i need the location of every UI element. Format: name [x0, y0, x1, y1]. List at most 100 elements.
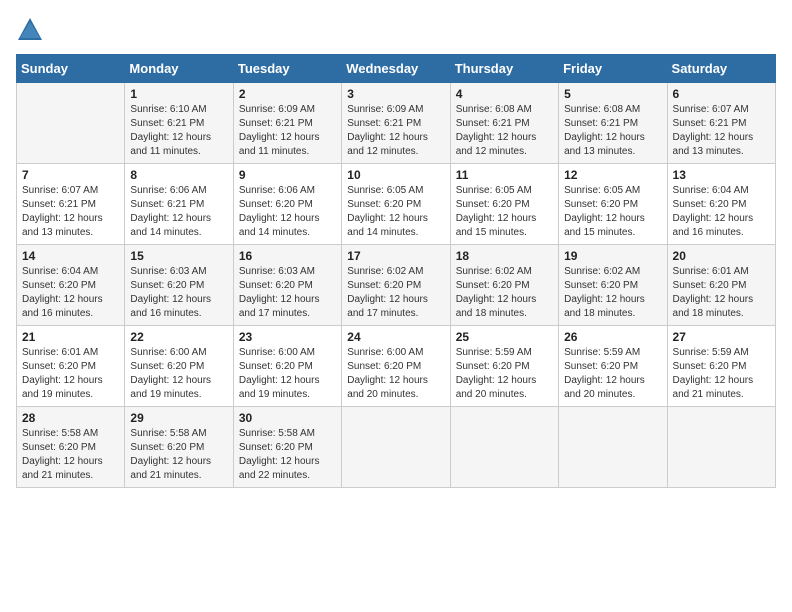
- day-number: 1: [130, 87, 227, 101]
- day-number: 15: [130, 249, 227, 263]
- day-number: 4: [456, 87, 553, 101]
- header: [16, 16, 776, 44]
- day-cell: 8 Sunrise: 6:06 AMSunset: 6:21 PMDaylight…: [125, 164, 233, 245]
- day-number: 30: [239, 411, 336, 425]
- header-row: SundayMondayTuesdayWednesdayThursdayFrid…: [17, 55, 776, 83]
- calendar-table: SundayMondayTuesdayWednesdayThursdayFrid…: [16, 54, 776, 488]
- day-cell: [559, 407, 667, 488]
- day-info: Sunrise: 6:09 AMSunset: 6:21 PMDaylight:…: [347, 103, 444, 159]
- day-info: Sunrise: 6:04 AMSunset: 6:20 PMDaylight:…: [673, 184, 770, 240]
- day-info: Sunrise: 6:08 AMSunset: 6:21 PMDaylight:…: [564, 103, 661, 159]
- column-header-tuesday: Tuesday: [233, 55, 341, 83]
- day-info: Sunrise: 5:58 AMSunset: 6:20 PMDaylight:…: [22, 427, 119, 483]
- day-info: Sunrise: 6:02 AMSunset: 6:20 PMDaylight:…: [564, 265, 661, 321]
- day-number: 29: [130, 411, 227, 425]
- week-row-2: 7 Sunrise: 6:07 AMSunset: 6:21 PMDaylight…: [17, 164, 776, 245]
- day-number: 11: [456, 168, 553, 182]
- day-info: Sunrise: 5:59 AMSunset: 6:20 PMDaylight:…: [456, 346, 553, 402]
- day-number: 8: [130, 168, 227, 182]
- day-info: Sunrise: 6:10 AMSunset: 6:21 PMDaylight:…: [130, 103, 227, 159]
- week-row-3: 14Sunrise: 6:04 AMSunset: 6:20 PMDayligh…: [17, 245, 776, 326]
- day-number: 25: [456, 330, 553, 344]
- day-cell: 25 Sunrise: 5:59 AMSunset: 6:20 PMDayligh…: [450, 326, 558, 407]
- day-cell: 20 Sunrise: 6:01 AMSunset: 6:20 PMDayligh…: [667, 245, 775, 326]
- column-header-monday: Monday: [125, 55, 233, 83]
- day-cell: 30 Sunrise: 5:58 AMSunset: 6:20 PMDayligh…: [233, 407, 341, 488]
- day-cell: [17, 83, 125, 164]
- day-cell: 4 Sunrise: 6:08 AMSunset: 6:21 PMDaylight…: [450, 83, 558, 164]
- day-number: 20: [673, 249, 770, 263]
- day-number: 2: [239, 87, 336, 101]
- day-number: 9: [239, 168, 336, 182]
- week-row-4: 21 Sunrise: 6:01 AMSunset: 6:20 PMDayligh…: [17, 326, 776, 407]
- day-info: Sunrise: 6:06 AMSunset: 6:21 PMDaylight:…: [130, 184, 227, 240]
- day-cell: 14Sunrise: 6:04 AMSunset: 6:20 PMDayligh…: [17, 245, 125, 326]
- day-number: 5: [564, 87, 661, 101]
- day-cell: 19 Sunrise: 6:02 AMSunset: 6:20 PMDayligh…: [559, 245, 667, 326]
- day-cell: 9 Sunrise: 6:06 AMSunset: 6:20 PMDaylight…: [233, 164, 341, 245]
- day-number: 21: [22, 330, 119, 344]
- day-info: Sunrise: 6:01 AMSunset: 6:20 PMDaylight:…: [673, 265, 770, 321]
- day-info: Sunrise: 6:06 AMSunset: 6:20 PMDaylight:…: [239, 184, 336, 240]
- day-number: 24: [347, 330, 444, 344]
- week-row-1: 1 Sunrise: 6:10 AMSunset: 6:21 PMDaylight…: [17, 83, 776, 164]
- day-cell: 5 Sunrise: 6:08 AMSunset: 6:21 PMDaylight…: [559, 83, 667, 164]
- day-number: 6: [673, 87, 770, 101]
- day-cell: [450, 407, 558, 488]
- day-info: Sunrise: 6:07 AMSunset: 6:21 PMDaylight:…: [22, 184, 119, 240]
- day-info: Sunrise: 6:02 AMSunset: 6:20 PMDaylight:…: [456, 265, 553, 321]
- column-header-thursday: Thursday: [450, 55, 558, 83]
- day-info: Sunrise: 6:05 AMSunset: 6:20 PMDaylight:…: [456, 184, 553, 240]
- day-info: Sunrise: 5:59 AMSunset: 6:20 PMDaylight:…: [673, 346, 770, 402]
- day-cell: 11 Sunrise: 6:05 AMSunset: 6:20 PMDayligh…: [450, 164, 558, 245]
- day-info: Sunrise: 6:00 AMSunset: 6:20 PMDaylight:…: [239, 346, 336, 402]
- day-cell: [342, 407, 450, 488]
- day-info: Sunrise: 6:05 AMSunset: 6:20 PMDaylight:…: [564, 184, 661, 240]
- day-info: Sunrise: 6:01 AMSunset: 6:20 PMDaylight:…: [22, 346, 119, 402]
- day-cell: 27 Sunrise: 5:59 AMSunset: 6:20 PMDayligh…: [667, 326, 775, 407]
- day-info: Sunrise: 6:03 AMSunset: 6:20 PMDaylight:…: [239, 265, 336, 321]
- day-cell: 2 Sunrise: 6:09 AMSunset: 6:21 PMDaylight…: [233, 83, 341, 164]
- day-number: 22: [130, 330, 227, 344]
- day-cell: 24 Sunrise: 6:00 AMSunset: 6:20 PMDayligh…: [342, 326, 450, 407]
- day-info: Sunrise: 5:58 AMSunset: 6:20 PMDaylight:…: [239, 427, 336, 483]
- day-info: Sunrise: 6:09 AMSunset: 6:21 PMDaylight:…: [239, 103, 336, 159]
- column-header-sunday: Sunday: [17, 55, 125, 83]
- day-cell: 28 Sunrise: 5:58 AMSunset: 6:20 PMDayligh…: [17, 407, 125, 488]
- day-number: 27: [673, 330, 770, 344]
- column-header-saturday: Saturday: [667, 55, 775, 83]
- day-cell: 6Sunrise: 6:07 AMSunset: 6:21 PMDaylight…: [667, 83, 775, 164]
- day-cell: [667, 407, 775, 488]
- logo: [16, 16, 48, 44]
- day-number: 13: [673, 168, 770, 182]
- day-number: 28: [22, 411, 119, 425]
- day-cell: 23 Sunrise: 6:00 AMSunset: 6:20 PMDayligh…: [233, 326, 341, 407]
- day-number: 26: [564, 330, 661, 344]
- day-cell: 3 Sunrise: 6:09 AMSunset: 6:21 PMDaylight…: [342, 83, 450, 164]
- day-cell: 18Sunrise: 6:02 AMSunset: 6:20 PMDayligh…: [450, 245, 558, 326]
- day-cell: 12 Sunrise: 6:05 AMSunset: 6:20 PMDayligh…: [559, 164, 667, 245]
- day-number: 3: [347, 87, 444, 101]
- day-info: Sunrise: 6:00 AMSunset: 6:20 PMDaylight:…: [347, 346, 444, 402]
- day-cell: 29Sunrise: 5:58 AMSunset: 6:20 PMDayligh…: [125, 407, 233, 488]
- day-number: 7: [22, 168, 119, 182]
- day-cell: 7 Sunrise: 6:07 AMSunset: 6:21 PMDaylight…: [17, 164, 125, 245]
- day-number: 12: [564, 168, 661, 182]
- day-cell: 1 Sunrise: 6:10 AMSunset: 6:21 PMDaylight…: [125, 83, 233, 164]
- day-info: Sunrise: 6:03 AMSunset: 6:20 PMDaylight:…: [130, 265, 227, 321]
- column-header-wednesday: Wednesday: [342, 55, 450, 83]
- day-cell: 15 Sunrise: 6:03 AMSunset: 6:20 PMDayligh…: [125, 245, 233, 326]
- day-info: Sunrise: 6:00 AMSunset: 6:20 PMDaylight:…: [130, 346, 227, 402]
- day-number: 17: [347, 249, 444, 263]
- day-info: Sunrise: 6:04 AMSunset: 6:20 PMDaylight:…: [22, 265, 119, 321]
- day-info: Sunrise: 6:08 AMSunset: 6:21 PMDaylight:…: [456, 103, 553, 159]
- day-cell: 16Sunrise: 6:03 AMSunset: 6:20 PMDayligh…: [233, 245, 341, 326]
- day-cell: 22 Sunrise: 6:00 AMSunset: 6:20 PMDayligh…: [125, 326, 233, 407]
- day-cell: 10Sunrise: 6:05 AMSunset: 6:20 PMDayligh…: [342, 164, 450, 245]
- day-cell: 26 Sunrise: 5:59 AMSunset: 6:20 PMDayligh…: [559, 326, 667, 407]
- day-number: 19: [564, 249, 661, 263]
- day-number: 23: [239, 330, 336, 344]
- day-info: Sunrise: 5:59 AMSunset: 6:20 PMDaylight:…: [564, 346, 661, 402]
- column-header-friday: Friday: [559, 55, 667, 83]
- week-row-5: 28 Sunrise: 5:58 AMSunset: 6:20 PMDayligh…: [17, 407, 776, 488]
